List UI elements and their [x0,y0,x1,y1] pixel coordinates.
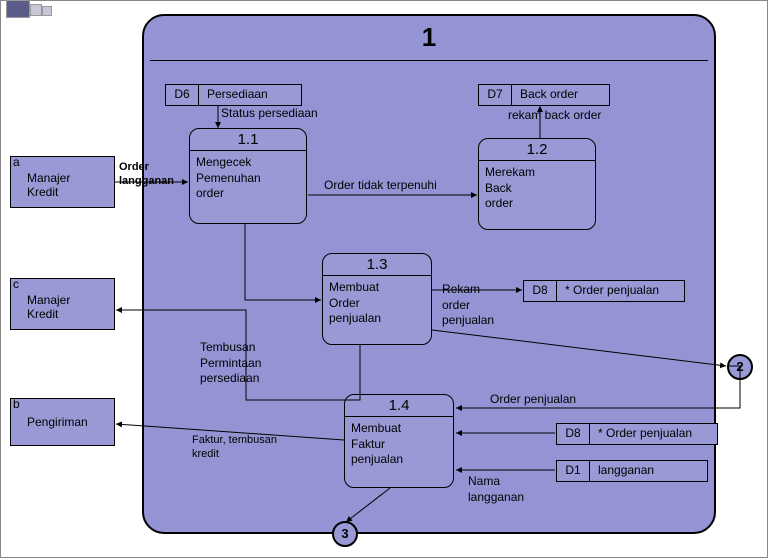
flow-label-rekam-order-penj: Rekam order penjualan [442,282,494,329]
external-entity-b: b Pengiriman [10,398,115,446]
datastore-id: D7 [479,85,512,105]
process-name: Membuat Order penjualan [323,276,431,331]
flow-label-faktur: Faktur, tembusan kredit [192,433,277,462]
process-1-3: 1.3 Membuat Order penjualan [322,253,432,345]
datastore-name: Persediaan [199,85,276,105]
process-id: 1.3 [323,254,431,276]
datastore-d7: D7 Back order [478,84,610,106]
external-entity-c: c Manajer Kredit [10,278,115,330]
flow-label-order-tidak: Order tidak terpenuhi [324,178,437,194]
flow-label-rekam-back-order: rekam back order [508,108,601,124]
process-1-2: 1.2 Merekam Back order [478,138,596,230]
datastore-id: D1 [557,461,590,481]
datastore-d6: D6 Persediaan [165,84,302,106]
entity-name: Manajer Kredit [27,293,108,321]
entity-letter: b [13,397,20,411]
process-1-4: 1.4 Membuat Faktur penjualan [344,394,454,488]
flow-label-order-langganan: Order langganan [119,160,174,189]
connector-2: 2 [727,354,753,380]
datastore-d1: D1 langganan [556,460,708,482]
datastore-d8a: D8 * Order penjualan [523,280,685,302]
process-name: Membuat Faktur penjualan [345,417,453,472]
entity-name: Manajer Kredit [27,171,108,199]
flow-label-tembusan: Tembusan Permintaan persediaan [200,340,261,387]
entity-name: Pengiriman [27,415,108,429]
process-id: 1.4 [345,395,453,417]
flow-label-order-penjualan: Order penjualan [490,392,576,408]
datastore-id: D8 [557,424,590,444]
datastore-d8b: D8 * Order penjualan [556,423,718,445]
process-id: 1.2 [479,139,595,161]
datastore-name: Back order [512,85,586,105]
flow-label-status-persediaan: Status persediaan [221,106,318,122]
datastore-name: * Order penjualan [557,281,667,301]
process-1-1: 1.1 Mengecek Pemenuhan order [189,128,307,224]
entity-letter: c [13,277,19,291]
process-name: Merekam Back order [479,161,595,216]
datastore-name: langganan [590,461,662,481]
datastore-name: * Order penjualan [590,424,700,444]
entity-letter: a [13,155,20,169]
connector-3: 3 [332,521,358,547]
title-divider [150,60,708,61]
process-id: 1.1 [190,129,306,151]
slide-decoration [6,0,106,18]
external-entity-a: a Manajer Kredit [10,156,115,208]
main-process-id: 1 [422,22,436,53]
flow-label-nama-langganan: Nama langganan [468,474,524,505]
process-name: Mengecek Pemenuhan order [190,151,306,206]
datastore-id: D8 [524,281,557,301]
datastore-id: D6 [166,85,199,105]
